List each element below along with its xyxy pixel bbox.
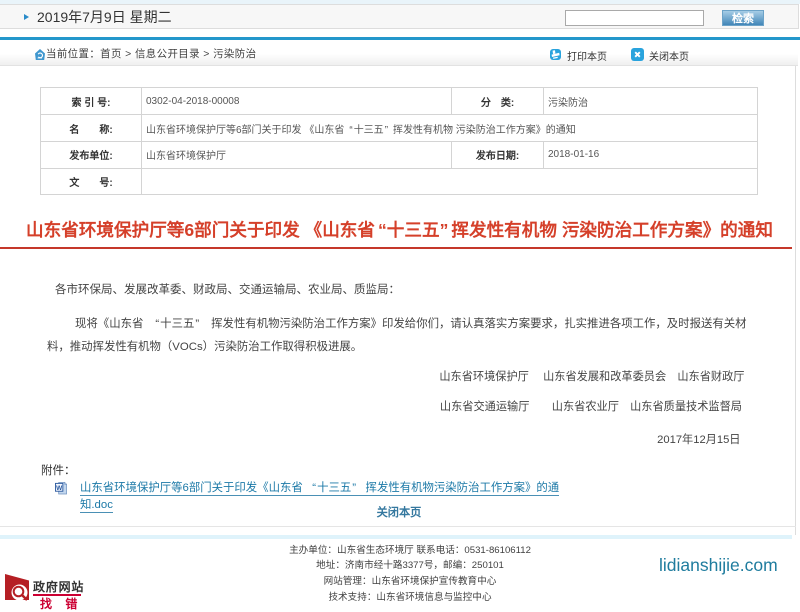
svg-text:W: W <box>56 485 63 492</box>
